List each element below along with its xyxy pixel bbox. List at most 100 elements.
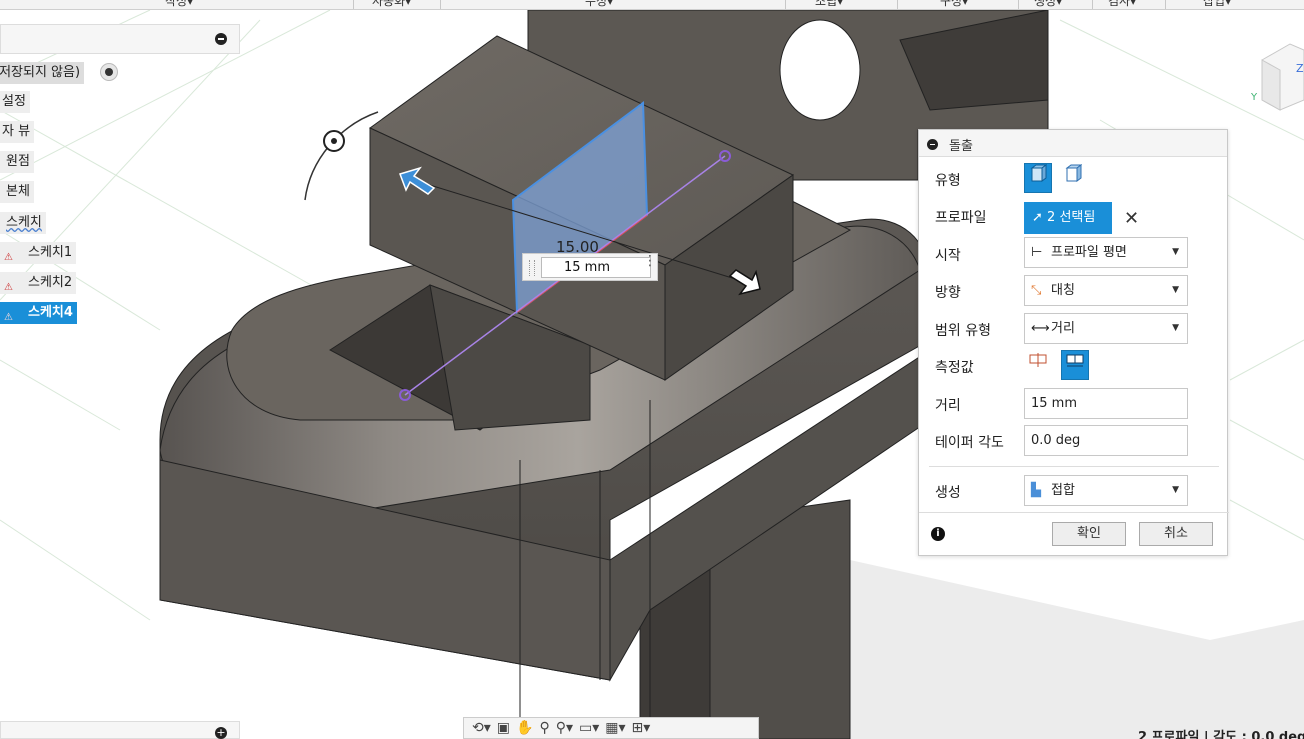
active-radio-icon[interactable] xyxy=(100,63,118,81)
measure-one-side-button[interactable] xyxy=(1024,350,1052,380)
browser-item-sketches[interactable]: 스케치 xyxy=(0,212,46,234)
info-icon[interactable]: i xyxy=(931,527,945,541)
profile-label: 프로파일 xyxy=(935,210,987,226)
rotation-arc xyxy=(304,111,379,201)
operation-select[interactable]: ▙ 접합 ▼ xyxy=(1024,475,1188,506)
chevron-down-icon: ▼ xyxy=(1172,247,1179,257)
browser-item-label: 스케치 xyxy=(6,215,42,230)
pan-icon[interactable]: ✋ xyxy=(516,720,533,736)
browser-item-sketch4[interactable]: ⚠ 스케치4 xyxy=(0,302,77,324)
menu-insert[interactable]: 삽입▾ xyxy=(1203,0,1231,9)
taper-label: 테이퍼 각도 xyxy=(935,435,1004,451)
clear-selection-icon[interactable]: ✕ xyxy=(1124,208,1139,229)
back-hole xyxy=(779,19,861,121)
drag-grip-icon[interactable] xyxy=(529,260,535,276)
browser-item-label: 스케치1 xyxy=(28,245,73,260)
direction-value: 대칭 xyxy=(1051,283,1075,298)
fit-icon[interactable]: ⚲▾ xyxy=(556,720,573,736)
distance-field[interactable]: 15 mm xyxy=(1024,388,1188,419)
document-label: (저장되지 않음) xyxy=(0,65,81,80)
menu-create2[interactable]: 생성▾ xyxy=(1034,0,1062,9)
taper-value: 0.0 deg xyxy=(1031,433,1081,448)
extent-value: 거리 xyxy=(1051,321,1075,336)
browser-item-label: 자 뷰 xyxy=(2,124,31,139)
menu-create[interactable]: 작성▾ xyxy=(165,0,193,9)
measure-label: 측정값 xyxy=(935,360,974,376)
grid-icon[interactable]: ▦▾ xyxy=(605,720,625,736)
chevron-down-icon: ▼ xyxy=(1172,485,1179,495)
expand-icon[interactable]: + xyxy=(215,727,227,739)
menu-separator xyxy=(440,0,441,9)
menu-separator xyxy=(1165,0,1166,9)
browser-item-settings[interactable]: 설정 xyxy=(0,91,30,113)
menu-modify[interactable]: 수정▾ xyxy=(585,0,613,9)
menu-automate[interactable]: 자동화▾ xyxy=(372,0,411,9)
browser-panel-header xyxy=(0,24,240,54)
distance-label: 거리 xyxy=(935,398,961,414)
measure-whole-button[interactable] xyxy=(1061,350,1089,380)
operation-value: 접합 xyxy=(1051,483,1075,498)
status-readout: 2 프로파일 | 각도 : 0.0 deg xyxy=(1138,730,1304,739)
sketch-icon: ⚠ xyxy=(4,251,13,263)
browser-item-bodies[interactable]: 본체 xyxy=(0,181,34,203)
dialog-header: 돌출 xyxy=(919,130,1227,157)
menu-separator xyxy=(1092,0,1093,9)
solid-extrude-icon xyxy=(1030,164,1048,182)
browser-item-origin[interactable]: 원점 xyxy=(0,151,34,173)
look-at-icon[interactable]: ▣ xyxy=(497,720,510,736)
type-label: 유형 xyxy=(935,173,961,189)
menu-inspect[interactable]: 검사▾ xyxy=(1108,0,1136,9)
ok-button[interactable]: 확인 xyxy=(1052,522,1126,546)
extent-label: 범위 유형 xyxy=(935,323,991,339)
collapse-icon[interactable] xyxy=(215,33,227,45)
orbit-icon[interactable]: ⟲▾ xyxy=(472,720,491,736)
extent-select[interactable]: ⟷거리 ▼ xyxy=(1024,313,1188,344)
axis-y-label: Y xyxy=(1250,92,1258,103)
whole-length-icon xyxy=(1066,354,1084,367)
browser-item-sketch2[interactable]: ⚠ 스케치2 xyxy=(0,272,77,294)
browser-item-sketch1[interactable]: ⚠ 스케치1 xyxy=(0,242,77,264)
browser-item-label: 설정 xyxy=(2,94,26,109)
direction-select[interactable]: ⤡ 대칭 ▼ xyxy=(1024,275,1188,306)
collapse-icon[interactable] xyxy=(927,139,938,150)
menu-separator xyxy=(785,0,786,9)
type-thin-button[interactable] xyxy=(1059,163,1087,193)
browser-item-label: 본체 xyxy=(6,184,30,199)
start-value: 프로파일 평면 xyxy=(1051,245,1127,260)
menu-assemble[interactable]: 조립▾ xyxy=(815,0,843,9)
start-select[interactable]: ⊢ 프로파일 평면 ▼ xyxy=(1024,237,1188,268)
extrude-dialog: 돌출 유형 프로파일 ➚ 2 선택됨 ✕ 시작 ⊢ 프로파일 평면 ▼ 방향 ⤡ 대… xyxy=(918,129,1229,556)
more-options-icon[interactable]: ⋮ xyxy=(643,254,657,276)
thin-extrude-icon xyxy=(1065,164,1083,182)
distance-input[interactable] xyxy=(541,257,651,278)
zoom-icon[interactable]: ⚲ xyxy=(539,720,549,736)
display-settings-icon[interactable]: ▭▾ xyxy=(579,720,599,736)
browser-item-named-views[interactable]: 자 뷰 xyxy=(0,121,35,143)
profile-selection-count: 2 선택됨 xyxy=(1047,210,1096,225)
browser-item-label: 스케치2 xyxy=(28,275,73,290)
navigation-bar: ⟲▾ ▣ ✋ ⚲ ⚲▾ ▭▾ ▦▾ ⊞▾ xyxy=(463,717,759,739)
menu-separator xyxy=(897,0,898,9)
taper-field[interactable]: 0.0 deg xyxy=(1024,425,1188,456)
symmetric-icon: ⤡ xyxy=(1031,283,1042,298)
chevron-down-icon: ▼ xyxy=(1172,323,1179,333)
start-label: 시작 xyxy=(935,248,961,264)
type-solid-button[interactable] xyxy=(1024,163,1052,193)
rotation-handle-dot xyxy=(331,138,337,144)
browser-document[interactable]: (저장되지 않음) xyxy=(0,62,85,84)
menu-construct[interactable]: 구성▾ xyxy=(940,0,968,9)
cancel-button[interactable]: 취소 xyxy=(1139,522,1213,546)
view-cube[interactable]: Z Y xyxy=(1250,43,1304,111)
divider xyxy=(919,512,1229,513)
dimension-input-box: ⋮ xyxy=(522,253,658,281)
join-icon: ▙ xyxy=(1031,483,1041,498)
axis-z-label: Z xyxy=(1296,62,1304,75)
sketch-icon: ⚠ xyxy=(4,311,13,323)
profile-select-button[interactable]: ➚ 2 선택됨 xyxy=(1024,202,1112,234)
half-length-icon xyxy=(1029,353,1047,367)
dialog-title: 돌출 xyxy=(949,139,973,154)
cursor-icon: ➚ xyxy=(1032,210,1043,225)
operation-label: 생성 xyxy=(935,485,961,501)
profile-plane-icon: ⊢ xyxy=(1031,245,1043,260)
viewports-icon[interactable]: ⊞▾ xyxy=(632,720,651,736)
